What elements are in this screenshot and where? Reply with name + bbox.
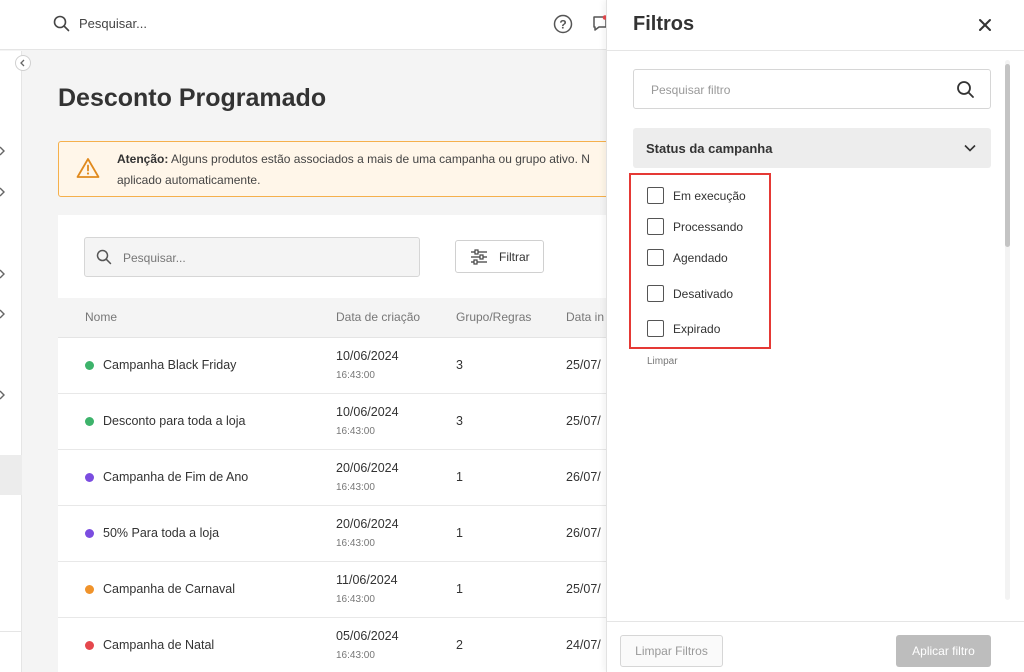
created-time: 16:43:00 <box>336 482 375 493</box>
group-count: 3 <box>456 358 463 372</box>
option-label: Expirado <box>673 322 721 336</box>
alert-label: Atenção: <box>117 152 169 166</box>
checkbox[interactable] <box>647 249 664 266</box>
group-count: 1 <box>456 582 463 596</box>
created-time: 16:43:00 <box>336 370 375 381</box>
created-date: 20/06/2024 <box>336 517 399 531</box>
svg-text:?: ? <box>559 18 566 32</box>
campaign-name: Campanha Black Friday <box>103 358 237 372</box>
start-date: 25/07/ <box>566 358 601 372</box>
campaign-name: Campanha de Carnaval <box>103 582 236 596</box>
status-dot <box>85 585 94 594</box>
checkbox[interactable] <box>647 187 664 204</box>
campaign-search-input[interactable]: Pesquisar... <box>84 237 420 277</box>
group-count: 1 <box>456 470 463 484</box>
section-title: Status da campanha <box>646 141 773 156</box>
checkbox[interactable] <box>647 320 664 337</box>
campaign-name: 50% Para toda a loja <box>103 526 220 540</box>
page-title: Desconto Programado <box>58 84 327 112</box>
table-row[interactable]: Campanha de Natal 05/06/2024 16:43:00 2 … <box>58 618 618 672</box>
filters-drawer: Filtros Pesquisar filtro Status da campa… <box>606 0 1024 672</box>
divider <box>607 50 1024 51</box>
chevron-right-icon[interactable] <box>0 145 8 157</box>
status-dot <box>85 529 94 538</box>
start-date: 26/07/ <box>566 526 601 540</box>
table-row[interactable]: Campanha Black Friday 10/06/2024 16:43:0… <box>58 338 618 394</box>
table-row[interactable]: Campanha de Fim de Ano 20/06/2024 16:43:… <box>58 450 618 506</box>
filter-search-input[interactable]: Pesquisar filtro <box>633 69 991 109</box>
table-header: Nome Data de criação Grupo/Regras Data i… <box>58 298 618 338</box>
created-time: 16:43:00 <box>336 650 375 661</box>
close-icon[interactable] <box>976 16 994 34</box>
chevron-right-icon[interactable] <box>0 389 8 401</box>
filter-search-placeholder: Pesquisar filtro <box>651 83 731 97</box>
warning-alert: Atenção: Alguns produtos estão associado… <box>58 141 618 197</box>
start-date: 24/07/ <box>566 638 601 652</box>
option-label: Agendado <box>673 251 728 265</box>
chevron-down-icon <box>963 141 977 160</box>
collapse-sidebar-button[interactable] <box>15 55 31 71</box>
global-search-input[interactable]: Pesquisar... <box>79 16 147 31</box>
alert-message-line1: Alguns produtos estão associados a mais … <box>168 152 590 166</box>
campaigns-card: Pesquisar... Filtrar Nome Data de criaçã… <box>58 215 618 672</box>
campaign-name: Desconto para toda a loja <box>103 414 246 428</box>
group-count: 2 <box>456 638 463 652</box>
search-icon[interactable] <box>956 80 975 104</box>
filter-button-label: Filtrar <box>499 250 530 264</box>
filter-button[interactable]: Filtrar <box>455 240 544 273</box>
scrollbar-thumb[interactable] <box>1005 64 1010 247</box>
alert-message-line2: aplicado automaticamente. <box>117 173 261 187</box>
created-time: 16:43:00 <box>336 594 375 605</box>
status-dot <box>85 417 94 426</box>
sliders-icon <box>470 249 488 270</box>
start-date: 26/07/ <box>566 470 601 484</box>
clear-section-link[interactable]: Limpar <box>647 356 678 367</box>
campaign-name: Campanha de Natal <box>103 638 215 652</box>
created-date: 10/06/2024 <box>336 405 399 419</box>
chevron-right-icon[interactable] <box>0 308 8 320</box>
created-date: 11/06/2024 <box>336 573 398 587</box>
search-placeholder: Pesquisar... <box>123 251 186 265</box>
option-label: Processando <box>673 220 744 234</box>
apply-filter-button[interactable]: Aplicar filtro <box>896 635 991 667</box>
chevron-right-icon[interactable] <box>0 186 8 198</box>
column-header-created-date[interactable]: Data de criação <box>336 310 420 324</box>
side-rail <box>0 51 22 672</box>
table-row[interactable]: Desconto para toda a loja 10/06/2024 16:… <box>58 394 618 450</box>
campaign-name: Campanha de Fim de Ano <box>103 470 249 484</box>
created-date: 05/06/2024 <box>336 629 399 643</box>
search-icon[interactable] <box>53 15 70 37</box>
clear-filters-button[interactable]: Limpar Filtros <box>620 635 723 667</box>
status-dot <box>85 473 94 482</box>
column-header-group-rules[interactable]: Grupo/Regras <box>456 310 531 324</box>
drawer-title: Filtros <box>633 13 695 35</box>
campaign-status-section-header[interactable]: Status da campanha <box>633 128 991 168</box>
option-label: Desativado <box>673 287 734 301</box>
created-time: 16:43:00 <box>336 538 375 549</box>
option-label: Em execução <box>673 189 746 203</box>
status-dot <box>85 641 94 650</box>
alert-message: Atenção: Alguns produtos estão associado… <box>117 149 617 191</box>
created-date: 20/06/2024 <box>336 461 399 475</box>
divider <box>0 631 22 632</box>
search-icon <box>96 249 112 270</box>
created-time: 16:43:00 <box>336 426 375 437</box>
help-icon[interactable]: ? <box>553 14 573 39</box>
checkbox[interactable] <box>647 285 664 302</box>
checkbox[interactable] <box>647 218 664 235</box>
group-count: 3 <box>456 414 463 428</box>
table-row[interactable]: 50% Para toda a loja 20/06/2024 16:43:00… <box>58 506 618 562</box>
sidebar-item-active[interactable] <box>0 455 22 495</box>
column-header-start-date[interactable]: Data in <box>566 310 604 324</box>
chevron-left-icon <box>20 59 25 67</box>
table-row[interactable]: Campanha de Carnaval 11/06/2024 16:43:00… <box>58 562 618 618</box>
start-date: 25/07/ <box>566 582 601 596</box>
chevron-right-icon[interactable] <box>0 268 8 280</box>
column-header-name[interactable]: Nome <box>85 310 117 324</box>
warning-icon <box>76 157 100 184</box>
group-count: 1 <box>456 526 463 540</box>
status-dot <box>85 361 94 370</box>
created-date: 10/06/2024 <box>336 349 399 363</box>
start-date: 25/07/ <box>566 414 601 428</box>
